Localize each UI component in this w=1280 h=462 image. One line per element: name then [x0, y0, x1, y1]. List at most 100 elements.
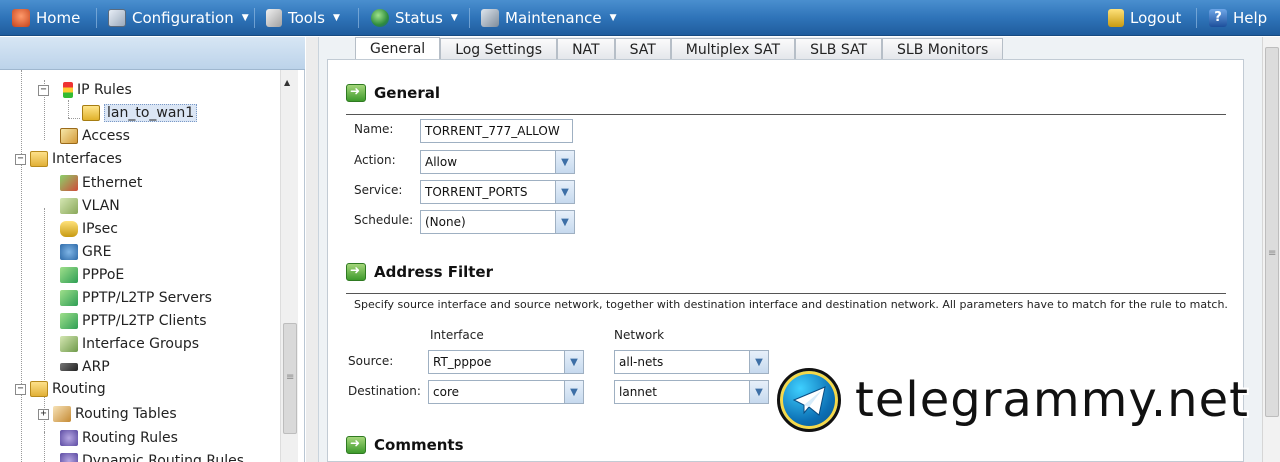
menu-home-label: Home	[36, 9, 81, 27]
telegram-logo-icon	[777, 368, 841, 432]
tree-item-access[interactable]: Access	[60, 125, 130, 147]
tab-general[interactable]: General	[355, 37, 441, 61]
content-scrollbar[interactable]: ≡	[1262, 37, 1280, 462]
service-select[interactable]: TORRENT_PORTS ▼	[420, 180, 575, 204]
menu-tools-label: Tools	[288, 9, 325, 27]
dynamic-routing-icon	[60, 453, 78, 462]
tree-line	[44, 432, 45, 462]
tree-item-label: IP Rules	[77, 82, 132, 98]
tree-item-interface-groups[interactable]: Interface Groups	[60, 333, 199, 355]
collapse-icon[interactable]: −	[15, 153, 26, 165]
tree-item-pptp-servers[interactable]: PPTP/L2TP Servers	[60, 287, 212, 309]
watermark: telegrammy.net	[777, 368, 1249, 432]
tree-item-pppoe[interactable]: PPPoE	[60, 264, 124, 286]
schedule-select[interactable]: (None) ▼	[420, 210, 575, 234]
chevron-down-icon[interactable]: ▼	[564, 351, 583, 373]
tree-item-ipsec[interactable]: IPsec	[60, 218, 118, 240]
menu-logout[interactable]: Logout	[1108, 0, 1181, 36]
home-icon	[12, 9, 30, 27]
vlan-icon	[60, 198, 78, 214]
service-label: Service:	[354, 183, 403, 197]
menu-separator	[1196, 8, 1197, 28]
top-menu-bar: Home Configuration ▼ Tools ▼ Status ▼ Ma…	[0, 0, 1280, 36]
tree-line	[21, 70, 22, 462]
tree-item-vlan[interactable]: VLAN	[60, 195, 120, 217]
ethernet-icon	[60, 175, 78, 191]
chevron-down-icon[interactable]: ▼	[555, 151, 574, 173]
tab-nat[interactable]: NAT	[557, 38, 615, 60]
scrollbar-thumb[interactable]: ≡	[283, 323, 297, 434]
menu-separator	[96, 8, 97, 28]
action-select[interactable]: Allow ▼	[420, 150, 575, 174]
tree-item-label: Routing Tables	[75, 406, 177, 422]
comments-section-title: Comments	[346, 436, 464, 454]
tree-item-label: lan_to_wan1	[104, 104, 198, 122]
source-network-select[interactable]: all-nets ▼	[614, 350, 769, 374]
tab-sat[interactable]: SAT	[614, 38, 671, 60]
scroll-up-icon[interactable]: ▲	[284, 78, 290, 87]
tree-item-routing-rules[interactable]: Routing Rules	[60, 427, 178, 449]
source-network-value: all-nets	[619, 355, 664, 369]
traffic-light-icon	[63, 82, 73, 98]
collapse-icon[interactable]: −	[15, 383, 26, 395]
tab-slb-monitors[interactable]: SLB Monitors	[882, 38, 1004, 60]
tree-item-gre[interactable]: GRE	[60, 241, 111, 263]
menu-separator	[358, 8, 359, 28]
navigation-scrollbar[interactable]: ▲ ≡	[280, 70, 298, 462]
menu-maintenance[interactable]: Maintenance ▼	[481, 0, 617, 36]
tree-item-label: PPTP/L2TP Clients	[82, 313, 207, 329]
tree-item-dynamic-routing-rules[interactable]: Dynamic Routing Rules	[60, 450, 244, 462]
tree-item-pptp-clients[interactable]: PPTP/L2TP Clients	[60, 310, 207, 332]
chevron-down-icon[interactable]: ▼	[749, 351, 768, 373]
menu-status[interactable]: Status ▼	[371, 0, 458, 36]
name-field[interactable]: TORRENT_777_ALLOW	[420, 119, 573, 143]
tree-item-routing[interactable]: − Routing	[15, 378, 106, 400]
navigation-panel-header	[0, 37, 305, 70]
tree-line	[68, 118, 80, 119]
chevron-down-icon[interactable]: ▼	[555, 211, 574, 233]
scrollbar-thumb[interactable]: ≡	[1265, 47, 1279, 417]
chevron-down-icon[interactable]: ▼	[749, 381, 768, 403]
section-divider	[346, 114, 1226, 115]
destination-network-value: lannet	[619, 385, 657, 399]
status-globe-icon	[371, 9, 389, 27]
chevron-down-icon[interactable]: ▼	[564, 381, 583, 403]
tab-log-settings[interactable]: Log Settings	[440, 38, 558, 60]
tree-item-label: IPsec	[82, 221, 118, 237]
network-column-header: Network	[614, 328, 665, 342]
menu-configuration[interactable]: Configuration ▼	[108, 0, 249, 36]
interface-groups-icon	[60, 336, 78, 352]
menu-tools[interactable]: Tools ▼	[266, 0, 340, 36]
routing-table-icon	[53, 406, 71, 422]
collapse-icon[interactable]: −	[38, 84, 49, 96]
tab-slb-sat[interactable]: SLB SAT	[795, 38, 883, 60]
tree-item-arp[interactable]: ARP	[60, 356, 110, 378]
interface-column-header: Interface	[430, 328, 484, 342]
menu-home[interactable]: Home	[12, 0, 80, 36]
tree-item-label: Routing Rules	[82, 430, 178, 446]
watermark-text: telegrammy.net	[855, 372, 1249, 428]
tree-item-ethernet[interactable]: Ethernet	[60, 172, 142, 194]
tree-item-ip-rules[interactable]: − IP Rules	[38, 79, 132, 101]
tree-item-label: Ethernet	[82, 175, 143, 191]
navigation-tree: − IP Rules lan_to_wan1 Access − Interfac…	[0, 70, 280, 462]
tab-multiplex-sat[interactable]: Multiplex SAT	[670, 38, 796, 60]
section-arrow-icon	[346, 263, 366, 281]
destination-network-select[interactable]: lannet ▼	[614, 380, 769, 404]
action-label: Action:	[354, 153, 396, 167]
name-label: Name:	[354, 122, 394, 136]
menu-help[interactable]: ? Help	[1209, 0, 1267, 36]
destination-interface-select[interactable]: core ▼	[428, 380, 584, 404]
source-interface-select[interactable]: RT_pppoe ▼	[428, 350, 584, 374]
tree-item-label: Interfaces	[52, 151, 122, 167]
panel-splitter[interactable]	[306, 37, 318, 462]
general-title-text: General	[374, 84, 440, 102]
tree-item-lan-to-wan1[interactable]: lan_to_wan1	[82, 102, 198, 124]
tree-item-label: Routing	[52, 381, 106, 397]
section-arrow-icon	[346, 436, 366, 454]
expand-icon[interactable]: +	[38, 408, 49, 420]
tree-item-routing-tables[interactable]: + Routing Tables	[38, 403, 177, 425]
routing-rules-icon	[60, 430, 78, 446]
tree-item-interfaces[interactable]: − Interfaces	[15, 148, 122, 170]
chevron-down-icon[interactable]: ▼	[555, 181, 574, 203]
